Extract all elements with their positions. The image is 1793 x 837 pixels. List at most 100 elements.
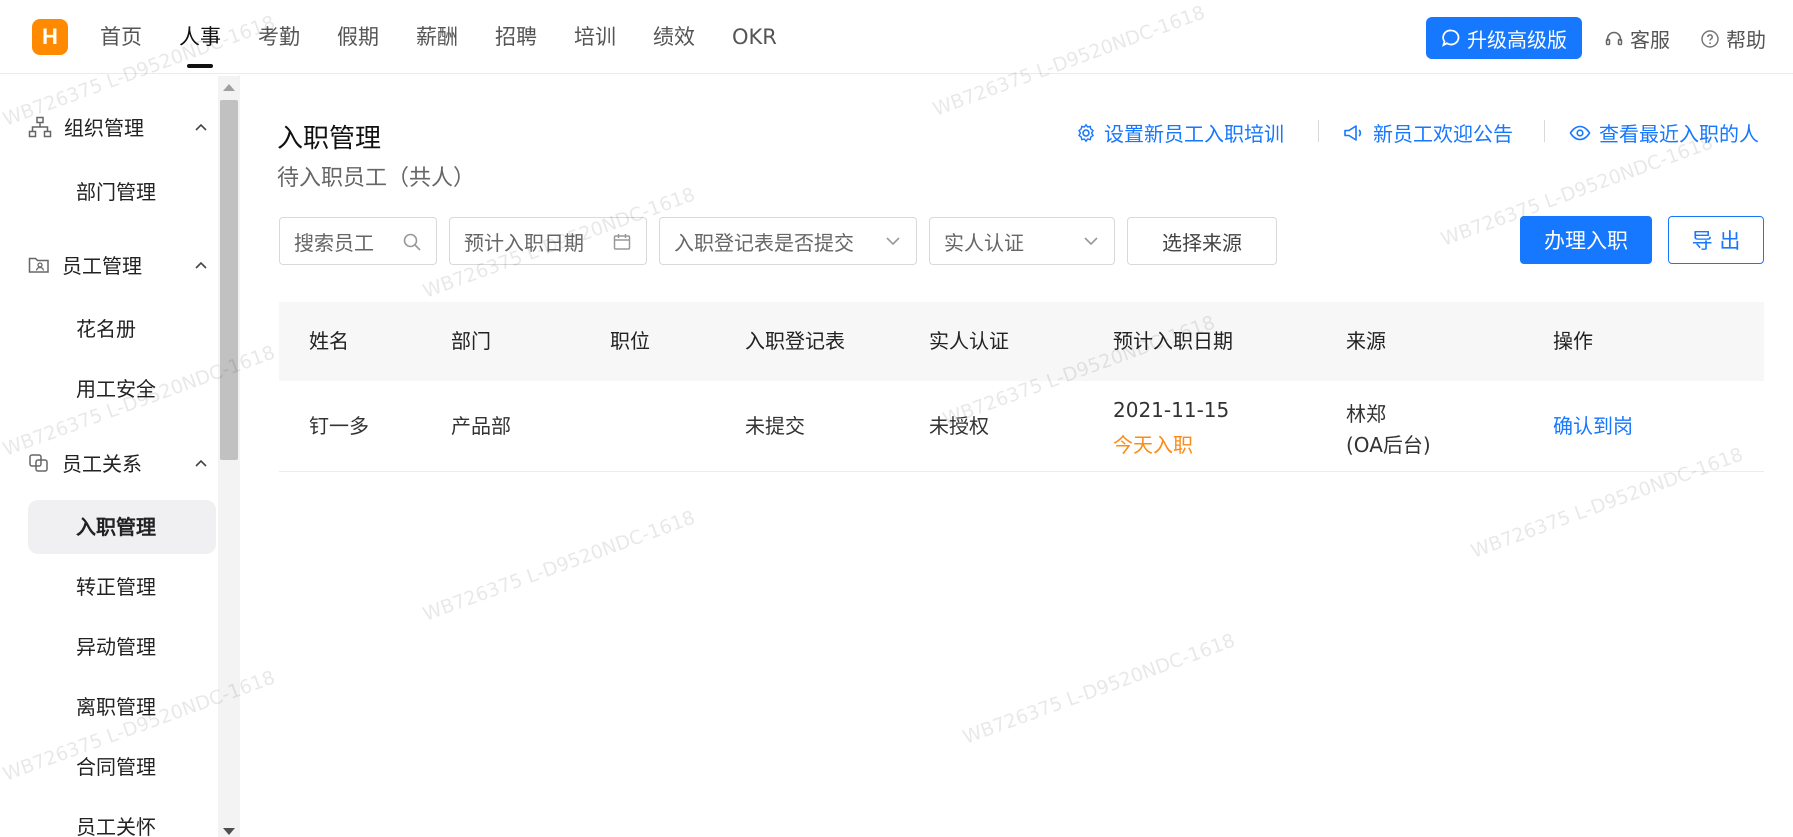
onboarding-table: 姓名 部门 职位 入职登记表 实人认证 预计入职日期 来源 操作 钉一多 产品部… — [279, 302, 1764, 472]
main-nav: 首页 人事 考勤 假期 薪酬 招聘 培训 绩效 OKR — [100, 0, 814, 74]
table-row: 钉一多 产品部 未提交 未授权 2021-11-15 今天入职 林郑 (OA后台… — [279, 381, 1764, 472]
export-button[interactable]: 导 出 — [1668, 216, 1764, 264]
recent-hires-link[interactable]: 查看最近入职的人 — [1569, 118, 1759, 147]
today-badge: 今天入职 — [1113, 433, 1193, 457]
chevron-down-icon — [1084, 237, 1098, 246]
source-channel: (OA后台) — [1346, 433, 1431, 457]
scroll-down-arrow[interactable] — [223, 828, 235, 835]
sidebar-group-org[interactable]: 组织管理 — [28, 112, 208, 141]
nav-item-leave[interactable]: 假期 — [337, 0, 379, 74]
top-navigation-bar: H 首页 人事 考勤 假期 薪酬 招聘 培训 绩效 OKR 升级高级版 客服 帮… — [0, 0, 1793, 74]
column-header-actions: 操作 — [1553, 329, 1593, 353]
column-header-source: 来源 — [1346, 329, 1386, 353]
sidebar-group-label: 员工管理 — [62, 254, 142, 278]
question-circle-icon — [1701, 29, 1719, 48]
form-submitted-select[interactable]: 入职登记表是否提交 — [659, 217, 917, 265]
cell-verification-status: 未授权 — [929, 414, 989, 438]
sidebar-item-employment-safety[interactable]: 用工安全 — [28, 362, 216, 416]
service-link[interactable]: 客服 — [1604, 24, 1670, 53]
nav-item-home[interactable]: 首页 — [100, 0, 142, 74]
eye-icon — [1569, 125, 1591, 140]
expected-date-value: 2021-11-15 — [1113, 398, 1230, 422]
cell-form-status: 未提交 — [745, 414, 805, 438]
scroll-up-arrow[interactable] — [223, 84, 235, 91]
search-placeholder: 搜索员工 — [294, 230, 374, 255]
date-placeholder: 预计入职日期 — [464, 230, 584, 255]
verification-select[interactable]: 实人认证 — [929, 217, 1115, 265]
header-divider — [1318, 120, 1319, 142]
sidebar-item-contracts[interactable]: 合同管理 — [28, 740, 216, 794]
sidebar-item-departments[interactable]: 部门管理 — [28, 165, 216, 219]
form-submitted-placeholder: 入职登记表是否提交 — [674, 230, 854, 255]
page-subtitle: 待入职员工（共人） — [277, 166, 476, 191]
sidebar-item-probation[interactable]: 转正管理 — [28, 560, 216, 614]
nav-item-performance[interactable]: 绩效 — [653, 0, 695, 74]
table-header: 姓名 部门 职位 入职登记表 实人认证 预计入职日期 来源 操作 — [279, 302, 1764, 381]
sidebar-scrollbar-thumb[interactable] — [220, 100, 238, 460]
sidebar-group-employees[interactable]: 员工管理 — [28, 250, 208, 279]
megaphone-icon — [1344, 124, 1362, 141]
header-divider — [1544, 120, 1545, 142]
nav-item-okr[interactable]: OKR — [732, 0, 777, 74]
source-name: 林郑 — [1346, 402, 1386, 426]
watermark: WB726375 L-D9520NDC-1618 — [960, 629, 1238, 749]
headset-icon — [1605, 31, 1623, 45]
column-header-expected-date: 预计入职日期 — [1113, 329, 1233, 353]
column-header-name: 姓名 — [309, 329, 349, 353]
search-icon — [403, 233, 421, 251]
sidebar-item-onboarding[interactable]: 入职管理 — [28, 500, 216, 554]
chevron-up-icon — [195, 261, 207, 269]
nav-item-recruiting[interactable]: 招聘 — [495, 0, 537, 74]
gear-icon — [1078, 123, 1094, 142]
relation-icon — [29, 453, 48, 472]
source-select-button[interactable]: 选择来源 — [1127, 217, 1277, 265]
chevron-down-icon — [886, 237, 900, 246]
org-tree-icon — [28, 116, 52, 137]
nav-item-hr[interactable]: 人事 — [179, 0, 221, 74]
cell-name: 钉一多 — [309, 414, 369, 438]
training-setup-link[interactable]: 设置新员工入职培训 — [1076, 118, 1284, 147]
cell-department: 产品部 — [451, 414, 511, 438]
cell-actions: 确认到岗 — [1553, 381, 1633, 472]
search-input[interactable]: 搜索员工 — [279, 217, 437, 265]
sidebar-item-roster[interactable]: 花名册 — [28, 302, 216, 356]
nav-item-payroll[interactable]: 薪酬 — [416, 0, 458, 74]
folder-user-icon — [28, 257, 49, 273]
sidebar: 组织管理 部门管理 员工管理 花名册 用工安全 员工关系 入职管理 转正管理 异… — [0, 75, 240, 837]
sidebar-item-resignation[interactable]: 离职管理 — [28, 680, 216, 734]
welcome-announcement-label: 新员工欢迎公告 — [1373, 122, 1513, 146]
expected-date-picker[interactable]: 预计入职日期 — [449, 217, 647, 265]
upgrade-button[interactable]: 升级高级版 — [1426, 17, 1582, 59]
sidebar-item-transfer[interactable]: 异动管理 — [28, 620, 216, 674]
help-label: 帮助 — [1726, 28, 1766, 52]
confirm-arrival-link[interactable]: 确认到岗 — [1553, 414, 1633, 438]
chevron-up-icon — [195, 123, 207, 131]
column-header-position: 职位 — [610, 329, 650, 353]
nav-item-attendance[interactable]: 考勤 — [258, 0, 300, 74]
training-setup-label: 设置新员工入职培训 — [1104, 122, 1284, 146]
sidebar-item-care[interactable]: 员工关怀 — [28, 800, 216, 837]
sidebar-group-relations[interactable]: 员工关系 — [28, 448, 208, 477]
verification-placeholder: 实人认证 — [944, 230, 1024, 255]
column-header-form: 入职登记表 — [745, 329, 845, 353]
help-link[interactable]: 帮助 — [1700, 24, 1766, 53]
nav-item-training[interactable]: 培训 — [574, 0, 616, 74]
service-label: 客服 — [1630, 28, 1670, 52]
chevron-up-icon — [195, 459, 207, 467]
app-logo[interactable]: H — [32, 19, 68, 55]
column-header-verification: 实人认证 — [929, 329, 1009, 353]
watermark: WB726375 L-D9520NDC-1618 — [420, 506, 698, 626]
sidebar-group-label: 组织管理 — [64, 116, 144, 140]
onboard-button[interactable]: 办理入职 — [1520, 216, 1652, 264]
page-title: 入职管理 — [277, 124, 382, 154]
welcome-announcement-link[interactable]: 新员工欢迎公告 — [1343, 118, 1513, 147]
column-header-department: 部门 — [451, 329, 491, 353]
chat-bubble-icon — [1442, 29, 1460, 47]
cell-source: 林郑 (OA后台) — [1346, 381, 1526, 472]
recent-hires-label: 查看最近入职的人 — [1599, 122, 1759, 146]
sidebar-group-label: 员工关系 — [62, 452, 142, 476]
cell-expected-date: 2021-11-15 今天入职 — [1113, 381, 1313, 472]
upgrade-label: 升级高级版 — [1467, 27, 1567, 52]
source-label: 选择来源 — [1162, 230, 1242, 255]
calendar-icon — [613, 234, 631, 250]
